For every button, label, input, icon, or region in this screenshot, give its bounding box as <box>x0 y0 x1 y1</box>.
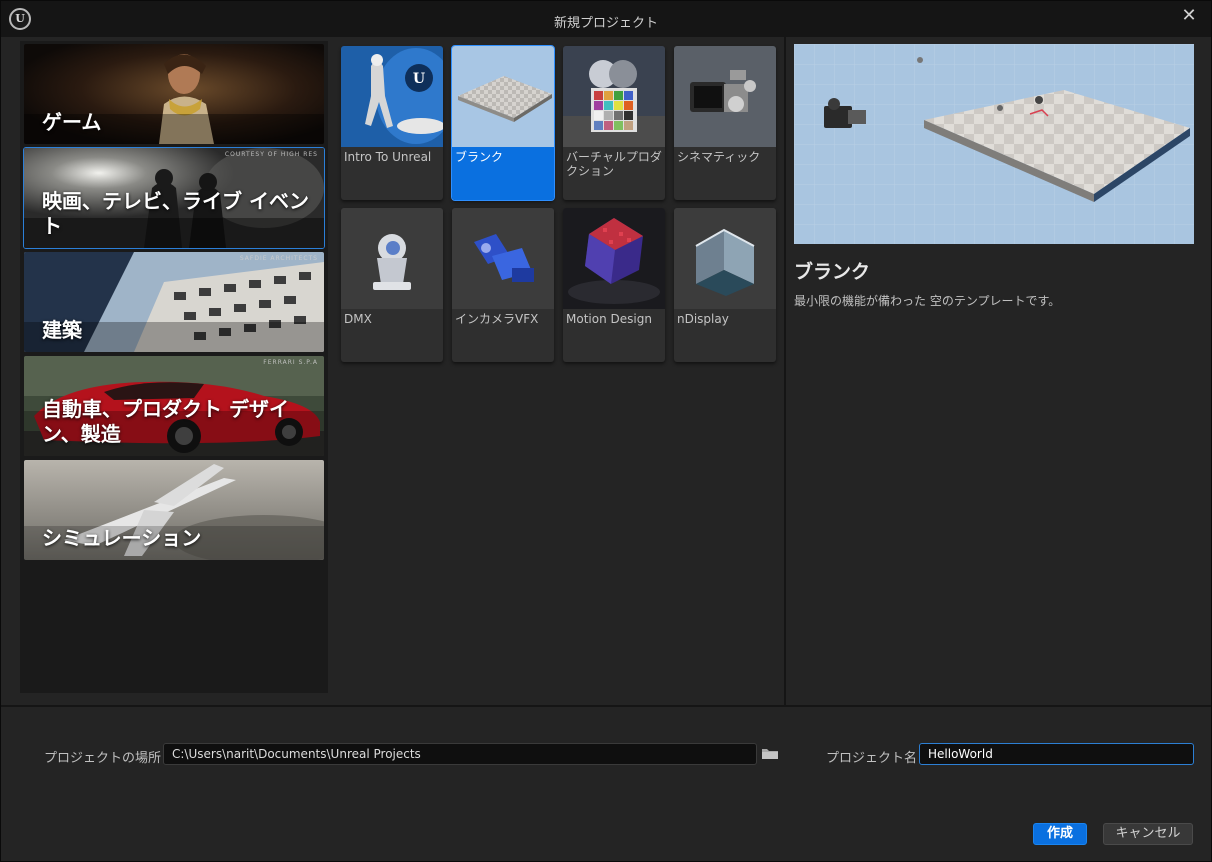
category-credit: SAFDIE ARCHITECTS <box>239 255 318 262</box>
category-architecture[interactable]: SAFDIE ARCHITECTS 建築 <box>24 252 324 352</box>
template-label: インカメラVFX <box>455 312 539 326</box>
stage-light-icon <box>341 208 443 309</box>
led-wall-camera-icon <box>452 208 554 309</box>
close-button[interactable]: ✕ <box>1177 5 1201 29</box>
new-project-window: U 新規プロジェクト ✕ ゲーム COURTESY OF HIGH RES 映画… <box>0 0 1212 862</box>
cancel-button[interactable]: キャンセル <box>1103 823 1193 845</box>
template-tile[interactable]: DMX <box>341 208 443 362</box>
svg-text:U: U <box>413 71 425 87</box>
template-label: nDisplay <box>677 312 729 326</box>
color-checker-icon <box>563 46 665 147</box>
create-button[interactable]: 作成 <box>1033 823 1087 845</box>
category-label: 映画、テレビ、ライブ イベント <box>42 189 309 238</box>
window-title: 新規プロジェクト <box>553 16 658 31</box>
category-credit: COURTESY OF HIGH RES <box>224 151 318 158</box>
template-preview-description: 最小限の機能が備わった 空のテンプレートです。 <box>794 294 1061 308</box>
template-tile[interactable]: インカメラVFX <box>452 208 554 362</box>
template-tile-selected[interactable]: ブランク <box>451 45 555 201</box>
category-label: ゲーム <box>42 110 102 134</box>
template-tile[interactable]: nDisplay <box>674 208 776 362</box>
template-tile[interactable]: シネマティック <box>674 46 776 200</box>
category-credit: FERRARI S.P.A <box>263 359 318 366</box>
blank-floor-icon <box>452 46 554 147</box>
template-label: Motion Design <box>566 312 652 326</box>
project-location-label: プロジェクトの場所 <box>44 751 162 766</box>
category-label: 建築 <box>42 318 82 342</box>
template-label: Intro To Unreal <box>344 150 432 164</box>
template-tile[interactable]: バーチャルプロダクション <box>563 46 665 200</box>
category-label: 自動車、プロダクト デザイン、製造 <box>42 397 289 446</box>
category-automotive-product-design[interactable]: FERRARI S.P.A 自動車、プロダクト デザイン、製造 <box>24 356 324 456</box>
template-label: バーチャルプロダクション <box>566 150 662 178</box>
film-camera-icon <box>674 46 776 147</box>
category-label: シミュレーション <box>42 526 202 550</box>
browse-folder-icon[interactable] <box>761 746 779 760</box>
template-tile[interactable]: Motion Design <box>563 208 665 362</box>
category-games[interactable]: ゲーム <box>24 44 324 144</box>
blank-template-preview-image <box>794 44 1194 244</box>
intro-to-unreal-icon: U <box>341 46 443 147</box>
project-name-label: プロジェクト名 <box>826 751 918 766</box>
project-name-input[interactable] <box>919 743 1194 765</box>
title-bar: U 新規プロジェクト ✕ <box>1 1 1211 37</box>
template-tile[interactable]: U Intro To Unreal <box>341 46 443 200</box>
template-label: DMX <box>344 312 372 326</box>
motion-cube-icon <box>563 208 665 309</box>
category-panel: ゲーム COURTESY OF HIGH RES 映画、テレビ、ライブ イベント… <box>20 41 328 693</box>
panel-divider <box>784 37 786 705</box>
project-location-input[interactable] <box>163 743 757 765</box>
ndisplay-screens-icon <box>674 208 776 309</box>
template-preview-title: ブランク <box>794 261 871 283</box>
category-simulation[interactable]: シミュレーション <box>24 460 324 560</box>
category-film-tv-live-events[interactable]: COURTESY OF HIGH RES 映画、テレビ、ライブ イベント <box>23 147 325 249</box>
footer-divider <box>1 705 1211 707</box>
template-label: ブランク <box>455 150 504 164</box>
template-label: シネマティック <box>677 150 761 164</box>
